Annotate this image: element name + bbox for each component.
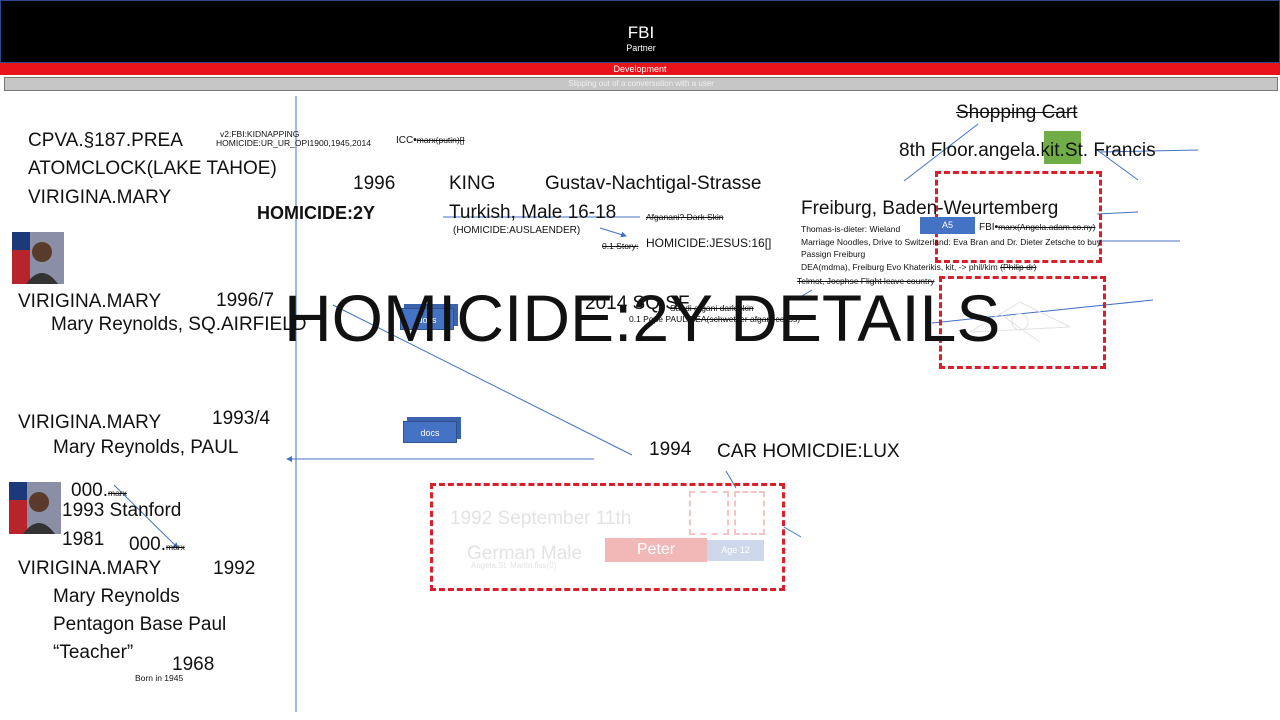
person-photo-2: [9, 482, 61, 534]
year-1996: 1996: [353, 173, 396, 194]
cpva-text: CPVA.§187.PREA: [28, 130, 183, 151]
fbi-label: FBI: [979, 222, 995, 233]
virigina-mary-2: VIRIGINA.MARY: [18, 412, 162, 433]
dashed-box-1992: [430, 483, 785, 591]
freiburg-line4: DEA(mdma), Freiburg Evo Khaterikis, kit,…: [801, 262, 1036, 272]
peter-badge: Peter: [605, 538, 707, 562]
icc-label: ICC: [396, 135, 414, 146]
age-badge: Age 12: [707, 540, 764, 561]
auslaender-text: (HOMICIDE:AUSLAENDER): [453, 225, 581, 236]
turkish-male-text: Turkish, Male 16-18: [449, 202, 617, 223]
teacher-text: “Teacher”: [53, 642, 134, 663]
zero-1: 000.: [71, 480, 108, 501]
year-1994: 1994: [649, 439, 692, 460]
person-photo-1: [12, 232, 64, 284]
icc-strike: marx(putin)[]: [416, 135, 465, 145]
atomclock-text: ATOMCLOCK(LAKE TAHOE): [28, 158, 277, 179]
virigina-mary-top: VIRIGINA.MARY: [28, 187, 172, 208]
overlay-title: HOMICIDE:2Y DETAILS: [284, 281, 1001, 355]
car-homicide-text: CAR HOMICDIE:LUX: [717, 441, 900, 462]
freiburg-line4-text: DEA(mdma), Freiburg Evo Khaterikis, kit,…: [801, 262, 998, 272]
year-1993-4: 1993/4: [212, 408, 271, 429]
freiburg-line4-strike: (Philip dr): [1000, 262, 1037, 272]
king-text: KING: [449, 173, 496, 194]
marx-strike-1: marx: [107, 488, 127, 498]
faded-angela-note: Angela.St. Martin.fiss(0): [471, 561, 557, 570]
freiburg-line3: Passign Freiburg: [801, 249, 866, 259]
fbi-note: FBI•marx(Angela.adam.co.ny): [979, 222, 1096, 233]
zero-marx-2: 000.marx: [129, 534, 185, 556]
mary-reynolds-paul: Mary Reynolds, PAUL: [53, 437, 239, 458]
faded-september-text: 1992 September 11th: [450, 508, 632, 529]
freiburg-line1: Thomas-is-dieter: Wieland: [801, 224, 901, 234]
jesus-text: HOMICIDE:JESUS:16[]: [646, 236, 772, 250]
street-text: Gustav-Nachtigal-Strasse: [545, 173, 762, 194]
virigina-mary-1: VIRIGINA.MARY: [18, 291, 162, 312]
floor-text: 8th Floor.angela.kit.St. Francis: [899, 140, 1156, 161]
story-strike: 0.1 Story:: [602, 241, 639, 251]
homicide-2y-label: HOMICIDE:2Y: [257, 203, 376, 223]
shopping-cart-text: Shopping Cart: [956, 102, 1078, 123]
zero-2: 000.: [129, 534, 166, 555]
mary-reynolds-airfield: Mary Reynolds, SQ.AIRFIELD: [51, 314, 307, 335]
docs-box-2[interactable]: docs: [403, 421, 457, 443]
marx-strike-2: marx: [165, 542, 185, 552]
stanford-1993: 1993 Stanford: [62, 500, 182, 521]
icc-note: ICC•marx(putin)[]: [396, 135, 465, 146]
faded-small-box-2: [734, 491, 765, 535]
zero-marx-1: 000.marx: [71, 480, 127, 502]
fbi-strike: marx(Angela.adam.co.ny): [998, 222, 1096, 232]
a5-badge: A5: [920, 217, 975, 234]
year-1981: 1981: [62, 529, 105, 550]
year-1996-7: 1996/7: [216, 290, 275, 311]
pentagon-base-paul: Pentagon Base Paul: [53, 614, 227, 635]
born-1945: Born in 1945: [135, 673, 184, 683]
homicide-ur-note: HOMICIDE:UR_UR_OPI1900,1945,2014: [216, 138, 371, 148]
year-1992: 1992: [213, 558, 256, 579]
freiburg-line2: Marriage Noodles, Drive to Switzerland: …: [801, 237, 1101, 247]
afganani-strike: Afganani? Dark Skin: [646, 212, 724, 222]
faded-small-box-1: [689, 491, 729, 535]
virigina-mary-3: VIRIGINA.MARY: [18, 558, 162, 579]
mary-reynolds-3: Mary Reynolds: [53, 586, 180, 607]
